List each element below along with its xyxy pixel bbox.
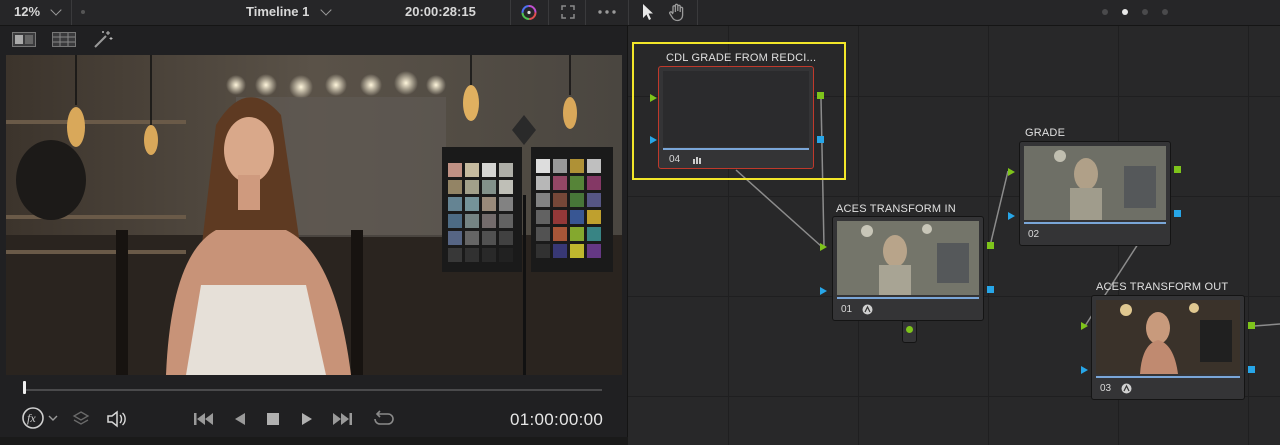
pointer-icon[interactable]: [641, 3, 655, 21]
play-reverse-icon[interactable]: [233, 411, 247, 427]
node-02-key-output-pin[interactable]: [1174, 210, 1181, 217]
viewer-subtoolbar: [0, 26, 628, 54]
node-number-03: 03: [1100, 383, 1112, 394]
viewer-timecode: 01:00:00:00: [510, 410, 604, 429]
node-03-key-output-pin[interactable]: [1248, 366, 1255, 373]
page-dot[interactable]: [1142, 9, 1148, 15]
node-01[interactable]: 01: [832, 216, 984, 321]
zoom-chevron-down-icon[interactable]: [50, 4, 62, 16]
stop-icon[interactable]: [266, 412, 280, 426]
node-number-04: 04: [669, 154, 681, 165]
node-bar: [1024, 222, 1166, 224]
scrubber-track[interactable]: [24, 389, 602, 391]
node-bar: [663, 148, 809, 150]
gallery-grid-icon[interactable]: [52, 32, 76, 47]
node-01-key-output-pin[interactable]: [987, 286, 994, 293]
node-03-output-pin[interactable]: [1248, 322, 1255, 329]
layers-icon[interactable]: [72, 410, 90, 428]
zoom-level[interactable]: 12%: [14, 4, 40, 19]
node-number-02: 02: [1028, 229, 1040, 240]
node-04[interactable]: 04: [658, 66, 814, 169]
node-bar: [1096, 376, 1240, 378]
hand-icon[interactable]: [668, 3, 686, 22]
skip-forward-icon[interactable]: [331, 411, 353, 427]
node-04-output-pin[interactable]: [817, 92, 824, 99]
bottom-strip: [0, 437, 628, 445]
status-dot-icon: [81, 10, 85, 14]
node-thumbnail: [1024, 146, 1166, 220]
node-02-input-pin[interactable]: [1008, 168, 1015, 176]
page-dot[interactable]: [1102, 9, 1108, 15]
skip-back-icon[interactable]: [193, 411, 215, 427]
tracker-icon: [693, 157, 701, 164]
divider: [510, 0, 511, 25]
timeline-chevron-down-icon[interactable]: [320, 4, 332, 16]
node-number-01: 01: [841, 304, 853, 315]
node-04-input-pin[interactable]: [650, 94, 657, 102]
node-editor[interactable]: CDL GRADE FROM REDCI... 04 ACES TRANSFOR…: [628, 26, 1280, 445]
node-03-input-pin[interactable]: [1081, 322, 1088, 330]
fullscreen-icon[interactable]: [561, 5, 575, 19]
node-02[interactable]: 02: [1019, 141, 1171, 246]
node-04-key-input-pin[interactable]: [650, 136, 657, 144]
node-label-02: GRADE: [1025, 127, 1066, 139]
divider: [71, 0, 72, 25]
node-02-output-pin[interactable]: [1174, 166, 1181, 173]
node-01-extra-output[interactable]: [902, 321, 917, 343]
node-thumbnail: [1096, 300, 1240, 374]
node-label-01: ACES TRANSFORM IN: [836, 203, 956, 215]
node-thumbnail: [837, 221, 979, 295]
loop-icon[interactable]: [372, 410, 396, 428]
timeline-name[interactable]: Timeline 1: [246, 4, 309, 19]
node-02-key-input-pin[interactable]: [1008, 212, 1015, 220]
node-03-key-input-pin[interactable]: [1081, 366, 1088, 374]
playhead[interactable]: [23, 381, 26, 394]
node-03[interactable]: 03: [1091, 295, 1245, 400]
aces-icon: [1121, 383, 1132, 394]
divider: [628, 0, 629, 25]
node-04-key-output-pin[interactable]: [817, 136, 824, 143]
node-bar: [837, 297, 979, 299]
top-toolbar: 12% Timeline 1 20:00:28:15: [0, 0, 1280, 26]
svg-text:fx: fx: [27, 411, 36, 425]
more-icon[interactable]: [597, 9, 617, 15]
aces-icon: [862, 304, 873, 315]
divider: [548, 0, 549, 25]
divider: [585, 0, 586, 25]
page-dot[interactable]: [1162, 9, 1168, 15]
viewer-image: [6, 55, 622, 375]
speaker-icon[interactable]: [106, 410, 128, 428]
node-01-input-pin[interactable]: [820, 243, 827, 251]
page-dot-active[interactable]: [1122, 9, 1128, 15]
source-timecode: 20:00:28:15: [405, 4, 476, 19]
divider: [697, 0, 698, 25]
color-picker-icon[interactable]: [519, 3, 539, 22]
node-thumbnail: [663, 71, 809, 147]
scene-image: [6, 55, 622, 375]
play-icon[interactable]: [300, 411, 314, 427]
node-label-03: ACES TRANSFORM OUT: [1096, 281, 1229, 293]
fx-icon[interactable]: fx: [22, 407, 60, 431]
node-01-key-input-pin[interactable]: [820, 287, 827, 295]
node-01-output-pin[interactable]: [987, 242, 994, 249]
node-label-04: CDL GRADE FROM REDCI...: [666, 52, 817, 64]
split-view-icon[interactable]: [12, 32, 36, 47]
magic-wand-icon[interactable]: [92, 30, 114, 49]
